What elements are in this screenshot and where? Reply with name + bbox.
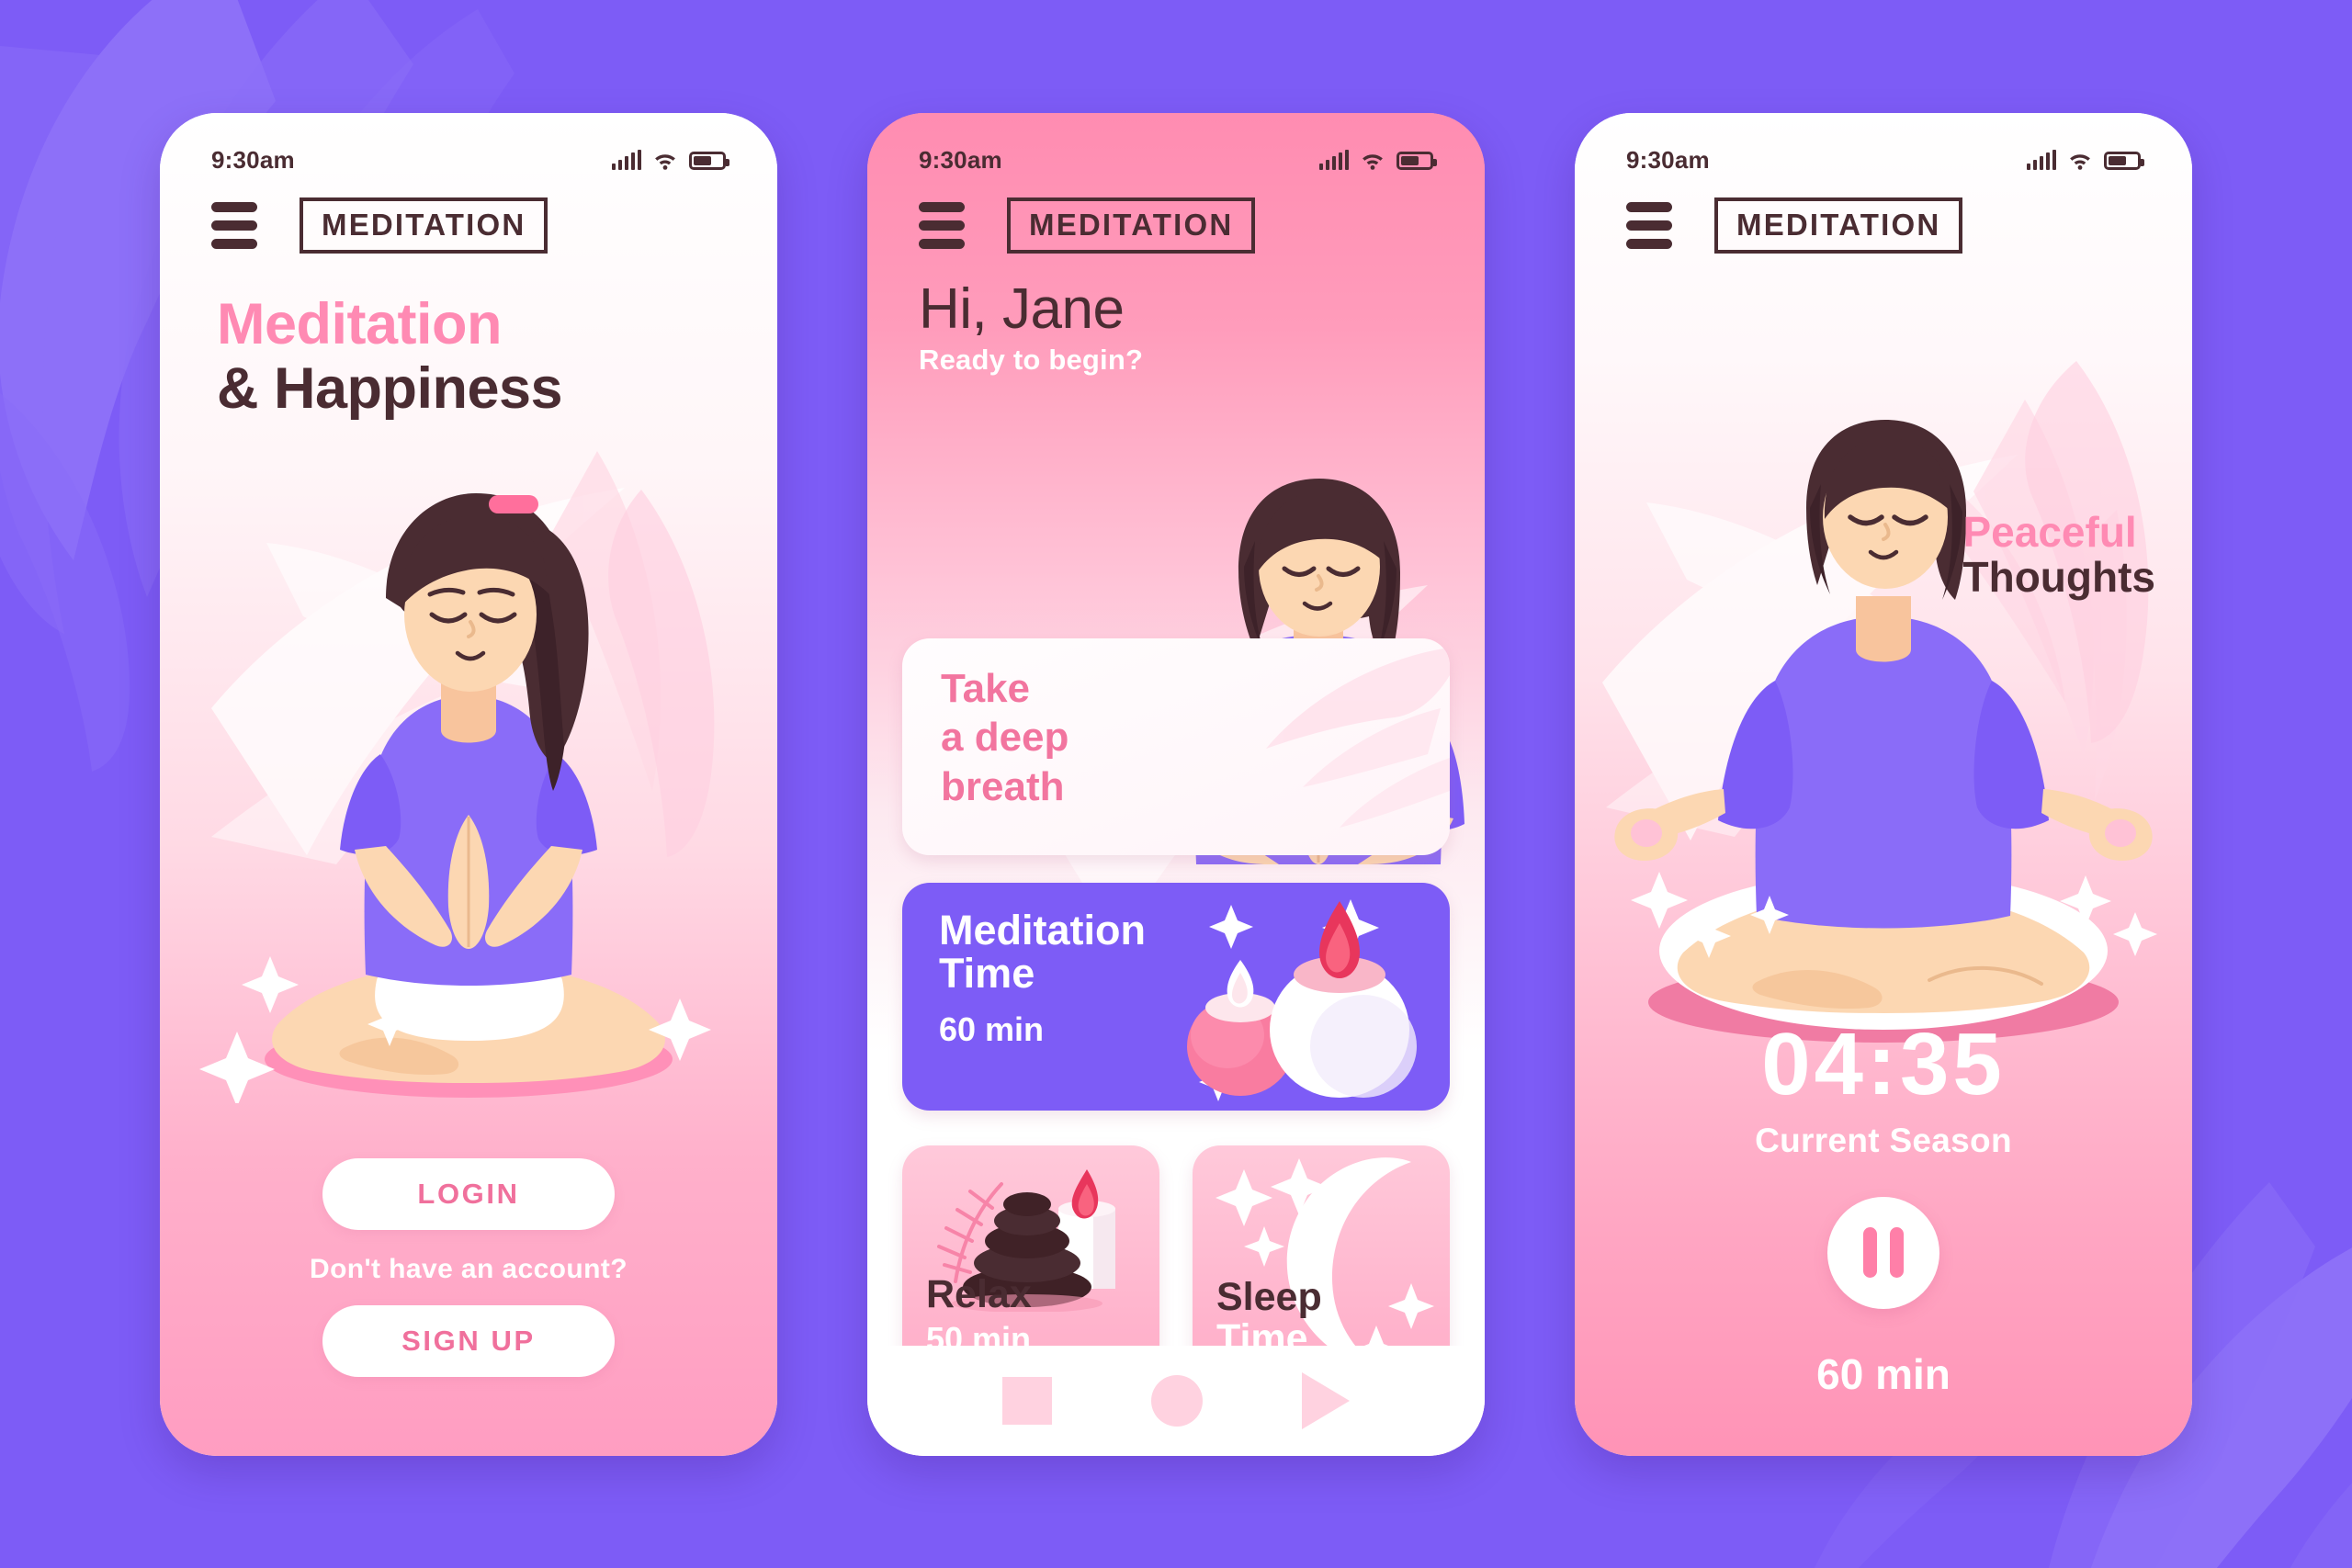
card-relax[interactable]: Relax 50 min xyxy=(902,1145,1159,1377)
woman-meditating-illustration xyxy=(160,460,777,1107)
greeting-block: Hi, Jane Ready to begin? xyxy=(867,254,1485,377)
page-title-line1: Meditation xyxy=(217,291,502,356)
phone-screen-home: 9:30am MEDITATION Hi, Jane Ready to begi… xyxy=(867,112,1485,1456)
app-bar: MEDITATION xyxy=(1575,185,2192,254)
circle-home-icon[interactable] xyxy=(1151,1374,1203,1427)
hamburger-menu-icon[interactable] xyxy=(919,201,965,249)
card-breath-line2: a deep xyxy=(941,715,1069,761)
card-take-a-deep-breath[interactable]: Take a deep breath xyxy=(902,637,1450,855)
login-button[interactable]: LOGIN xyxy=(322,1157,615,1230)
app-bar: MEDITATION xyxy=(160,185,777,254)
session-title-line1: Peaceful xyxy=(1962,507,2137,556)
signal-bars-icon xyxy=(1319,150,1349,170)
card-breath-line1: Take xyxy=(941,665,1031,711)
status-time: 9:30am xyxy=(211,146,295,174)
triangle-recents-icon[interactable] xyxy=(1302,1371,1350,1429)
status-bar: 9:30am xyxy=(160,113,777,185)
card-breath-line3: breath xyxy=(941,763,1065,809)
battery-icon xyxy=(1396,152,1437,170)
timer-display: 04:35 xyxy=(1761,1014,2006,1113)
hamburger-menu-icon[interactable] xyxy=(1626,201,1672,249)
card-meditation-title-line1: Meditation xyxy=(939,906,1146,953)
page-title: Meditation & Happiness xyxy=(160,292,777,422)
phone-screen-session: 9:30am MEDITATION Peaceful Thoughts 04:3… xyxy=(1575,112,2192,1456)
app-logo: MEDITATION xyxy=(1714,197,1963,254)
status-icons xyxy=(612,150,729,170)
card-meditation-duration: 60 min xyxy=(939,1010,1045,1048)
app-logo: MEDITATION xyxy=(1007,197,1256,254)
card-meditation-text: Meditation Time 60 min xyxy=(902,883,1450,1049)
person-meditating-illustration xyxy=(1575,405,2192,1048)
signal-bars-icon xyxy=(612,150,641,170)
hamburger-menu-icon[interactable] xyxy=(211,201,257,249)
session-title-line2: Thoughts xyxy=(1962,553,2156,602)
signal-bars-icon xyxy=(2027,150,2056,170)
square-back-icon[interactable] xyxy=(1002,1376,1052,1425)
status-bar: 9:30am xyxy=(1575,113,2192,185)
phone-screen-login: 9:30am MEDITATION Meditation & Happiness xyxy=(160,112,777,1456)
status-bar: 9:30am xyxy=(867,113,1485,185)
wifi-icon xyxy=(2070,154,2090,170)
auth-actions: LOGIN Don't have an account? SIGN UP xyxy=(160,1157,777,1377)
android-navigation-bar xyxy=(867,1345,1485,1456)
session-duration: 60 min xyxy=(1816,1349,1951,1398)
pause-bar-right xyxy=(1890,1227,1904,1278)
card-sleep-time[interactable]: Sleep Time xyxy=(1193,1145,1450,1377)
status-time: 9:30am xyxy=(919,146,1002,174)
session-timer-block: 04:35 Current Season 60 min xyxy=(1575,1014,2192,1399)
timer-label: Current Season xyxy=(1755,1121,2012,1159)
app-logo: MEDITATION xyxy=(300,197,548,254)
status-icons xyxy=(2027,150,2144,170)
greeting-subtitle: Ready to begin? xyxy=(919,343,1144,376)
page-title-line2: & Happiness xyxy=(217,356,563,422)
app-bar: MEDITATION xyxy=(867,185,1485,254)
session-title: Peaceful Thoughts xyxy=(1962,507,2156,602)
phone-mockups-row: 9:30am MEDITATION Meditation & Happiness xyxy=(0,0,2352,1568)
pause-button[interactable] xyxy=(1827,1196,1939,1309)
battery-icon xyxy=(2104,152,2144,170)
status-icons xyxy=(1319,150,1437,170)
card-breath-text: Take a deep breath xyxy=(902,638,1450,812)
wifi-icon xyxy=(1363,154,1383,170)
battery-icon xyxy=(689,152,729,170)
signup-button[interactable]: SIGN UP xyxy=(322,1304,615,1377)
card-meditation-title-line2: Time xyxy=(939,950,1035,998)
card-meditation-time[interactable]: Meditation Time 60 min xyxy=(902,882,1450,1111)
signup-prompt: Don't have an account? xyxy=(310,1253,628,1284)
card-relax-title: Relax xyxy=(926,1272,1032,1317)
pause-bar-left xyxy=(1863,1227,1877,1278)
greeting-title: Hi, Jane xyxy=(919,276,1125,341)
wifi-icon xyxy=(655,154,675,170)
card-sleep-title-line1: Sleep xyxy=(1216,1275,1322,1320)
status-time: 9:30am xyxy=(1626,146,1710,174)
